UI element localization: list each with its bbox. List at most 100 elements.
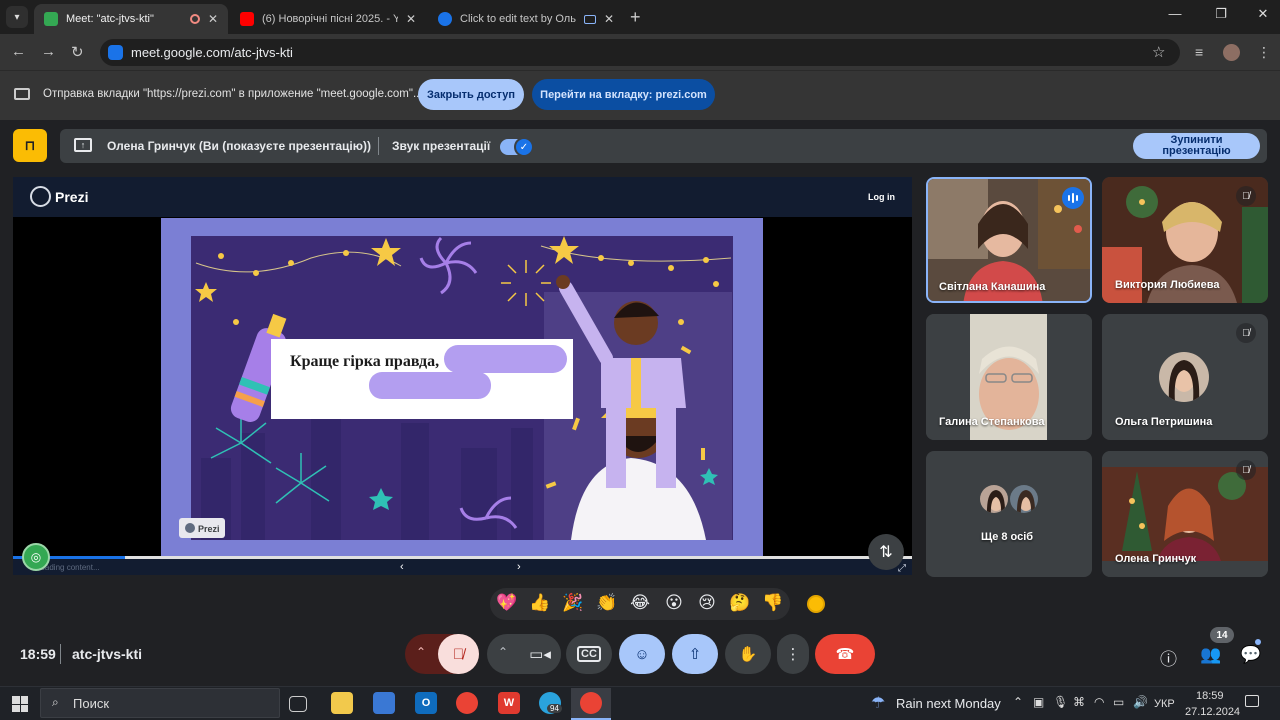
- notifications-icon[interactable]: [1245, 695, 1259, 707]
- participant-tile[interactable]: Галина Степанкова: [926, 314, 1092, 440]
- check-icon[interactable]: ✓: [514, 137, 534, 157]
- reaction-clap-button[interactable]: 👏: [594, 593, 620, 613]
- outlook-icon[interactable]: O: [415, 692, 437, 714]
- taskbar-clock-date[interactable]: 27.12.2024: [1185, 706, 1240, 718]
- participant-tile[interactable]: Ще 8 осіб: [926, 451, 1092, 577]
- reaction-thinking-button[interactable]: 🤔: [727, 593, 753, 613]
- mic-off-icon: 🎙̸: [1236, 323, 1256, 343]
- forward-arrow-icon[interactable]: →: [41, 43, 56, 60]
- participants-count-badge: 14: [1210, 627, 1234, 643]
- next-slide-button[interactable]: ›: [517, 561, 521, 573]
- video-camera-icon: ▭◂: [529, 646, 551, 663]
- raise-hand-button[interactable]: ✋: [725, 634, 771, 674]
- previous-slide-button[interactable]: ‹: [400, 561, 404, 573]
- prezi-logo-icon: [30, 186, 51, 207]
- reaction-party-button[interactable]: 🎉: [560, 593, 586, 613]
- microphone-icon[interactable]: 🎙: [1053, 695, 1068, 709]
- reload-icon[interactable]: ↻: [71, 43, 84, 61]
- reaction-heart-button[interactable]: 💖: [494, 593, 520, 613]
- wps-office-icon[interactable]: W: [498, 692, 520, 714]
- tab-search-button[interactable]: ▾: [6, 6, 28, 28]
- bookmark-star-icon[interactable]: ☆: [1152, 43, 1165, 61]
- task-view-icon[interactable]: [289, 696, 307, 712]
- battery-icon[interactable]: ▭: [1113, 695, 1124, 709]
- camera-toggle-button[interactable]: ▭◂: [519, 634, 561, 674]
- media-control-icon[interactable]: ≡: [1195, 44, 1203, 60]
- profile-avatar[interactable]: [1223, 44, 1240, 61]
- participant-tile[interactable]: Світлана Канашина: [926, 177, 1092, 303]
- meeting-details-icon[interactable]: ⓘ: [1160, 645, 1177, 670]
- tab-prezi[interactable]: Click to edit text by Ольга П ✕: [428, 4, 624, 34]
- meeting-code: atc-jtvs-kti: [72, 646, 143, 662]
- wifi-icon[interactable]: ◠: [1094, 695, 1104, 709]
- more-participants-label: Ще 8 осіб: [981, 531, 1034, 543]
- fullscreen-icon[interactable]: ⤢: [898, 563, 906, 574]
- highlight-shape: [444, 345, 567, 373]
- close-tab-icon[interactable]: ✕: [604, 12, 614, 26]
- slide-text: Краще гірка правда,: [290, 353, 439, 370]
- show-hidden-icons-icon[interactable]: ⌃: [1013, 695, 1023, 709]
- captions-button[interactable]: CC: [566, 634, 612, 674]
- swap-layout-icon[interactable]: ⇅: [868, 534, 904, 570]
- participant-tile[interactable]: 🎙̸ Олена Гринчук: [1102, 451, 1268, 577]
- windows-start-icon[interactable]: [12, 696, 28, 712]
- skin-tone-icon[interactable]: [807, 595, 825, 613]
- participant-tile[interactable]: 🎙̸ Виктория Любиева: [1102, 177, 1268, 303]
- file-explorer-icon[interactable]: [331, 692, 353, 714]
- reaction-thumbs-down-button[interactable]: 👎: [760, 593, 786, 613]
- reaction-thumbs-up-button[interactable]: 👍: [527, 593, 553, 613]
- minimize-window-icon[interactable]: —: [1160, 6, 1190, 21]
- reactions-button[interactable]: ☺: [619, 634, 665, 674]
- usb-icon[interactable]: ⌘: [1073, 695, 1085, 709]
- volume-icon[interactable]: 🔊: [1133, 695, 1148, 709]
- participant-avatar: [978, 483, 1010, 515]
- close-tab-icon[interactable]: ✕: [406, 12, 416, 26]
- stop-presenting-button[interactable]: Зупинити презентацію: [1133, 133, 1260, 159]
- chrome-icon[interactable]: [580, 692, 602, 714]
- url-text[interactable]: meet.google.com/atc-jtvs-kti: [131, 45, 293, 60]
- tab-youtube[interactable]: (6) Новорічні пісні 2025. - You ✕: [230, 4, 426, 34]
- participant-tile[interactable]: 🎙̸ Ольга Петришина: [1102, 314, 1268, 440]
- mic-toggle-button[interactable]: 🎙̸: [438, 634, 479, 674]
- present-button[interactable]: ⇧: [672, 634, 718, 674]
- clock: 18:59: [20, 646, 56, 662]
- close-window-icon[interactable]: ✕: [1248, 6, 1278, 22]
- new-tab-button[interactable]: +: [630, 7, 641, 28]
- weather-text[interactable]: Rain next Monday: [896, 696, 1001, 711]
- maximize-window-icon[interactable]: ❐: [1206, 6, 1236, 22]
- prezi-login-link[interactable]: Log in: [868, 192, 895, 202]
- browser-menu-icon[interactable]: ⋮: [1257, 44, 1271, 61]
- input-language[interactable]: УКР: [1154, 698, 1175, 710]
- people-icon[interactable]: 👥: [1200, 645, 1221, 665]
- tray-app-icon[interactable]: ▣: [1033, 695, 1044, 709]
- weather-rain-icon[interactable]: ☂: [871, 693, 885, 713]
- leave-call-button[interactable]: ☎: [815, 634, 875, 674]
- reaction-surprised-button[interactable]: 😮: [661, 593, 687, 613]
- participant-name: Олена Гринчук: [1115, 553, 1197, 565]
- presentation-audio-label: Звук презентації: [392, 139, 491, 153]
- chrome-icon[interactable]: [456, 692, 478, 714]
- cast-tab-icon: [14, 88, 30, 100]
- chat-notification-dot: [1255, 639, 1261, 645]
- site-info-icon[interactable]: [108, 45, 123, 60]
- recording-icon: [189, 14, 200, 24]
- reaction-laugh-button[interactable]: 😂: [627, 593, 653, 613]
- switch-to-tab-button[interactable]: Перейти на вкладку: prezi.com: [532, 79, 715, 110]
- tab-meet[interactable]: Meet: "atc-jtvs-kti" ✕: [34, 4, 228, 34]
- meet-logo-icon: ⊓: [13, 129, 47, 162]
- back-arrow-icon[interactable]: ←: [11, 43, 26, 60]
- stop-sharing-button[interactable]: Закрыть доступ: [418, 79, 524, 110]
- reaction-sad-button[interactable]: 😢: [694, 593, 720, 613]
- camera-options-chevron-icon[interactable]: ⌃: [498, 645, 508, 659]
- taskbar-clock-time[interactable]: 18:59: [1196, 690, 1224, 702]
- hand-icon: ✋: [738, 646, 758, 663]
- close-tab-icon[interactable]: ✕: [208, 12, 218, 26]
- chat-icon[interactable]: 💬: [1240, 645, 1261, 665]
- microsoft-store-icon[interactable]: [373, 692, 395, 714]
- prezi-controls: [13, 559, 912, 575]
- prezi-favicon-icon: [438, 12, 452, 26]
- taskbar-search-placeholder[interactable]: Поиск: [73, 696, 109, 711]
- mic-options-chevron-icon[interactable]: ⌃: [416, 645, 426, 659]
- accessibility-icon[interactable]: ◎: [22, 543, 50, 571]
- more-options-button[interactable]: ⋮: [777, 634, 809, 674]
